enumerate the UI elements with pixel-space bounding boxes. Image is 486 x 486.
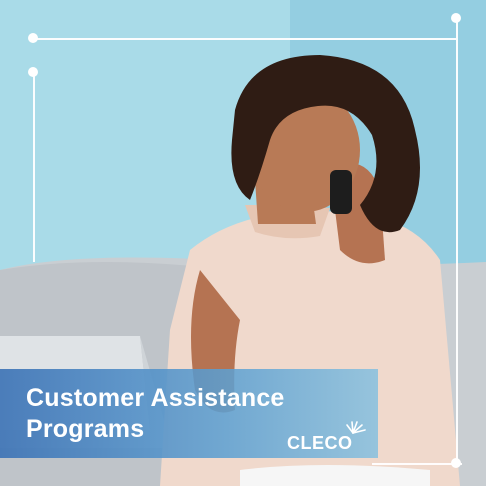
frame-dot [451, 13, 461, 23]
frame-dot [451, 458, 461, 468]
banner-title: Customer Assistance Programs [26, 383, 285, 445]
brand-name: CLECO [287, 433, 353, 453]
frame-dot [28, 33, 38, 43]
promo-card: Customer Assistance Programs CLECO [0, 0, 486, 486]
banner-title-line1: Customer Assistance [26, 384, 285, 412]
frame-line-left [33, 72, 35, 262]
frame-dot [28, 67, 38, 77]
frame-line-right [456, 18, 458, 464]
banner-title-line2: Programs [26, 415, 145, 443]
frame-line-top [33, 38, 456, 40]
phone [330, 170, 352, 214]
frame-line-bottom [372, 463, 462, 465]
cleco-logo: CLECO [287, 419, 367, 455]
